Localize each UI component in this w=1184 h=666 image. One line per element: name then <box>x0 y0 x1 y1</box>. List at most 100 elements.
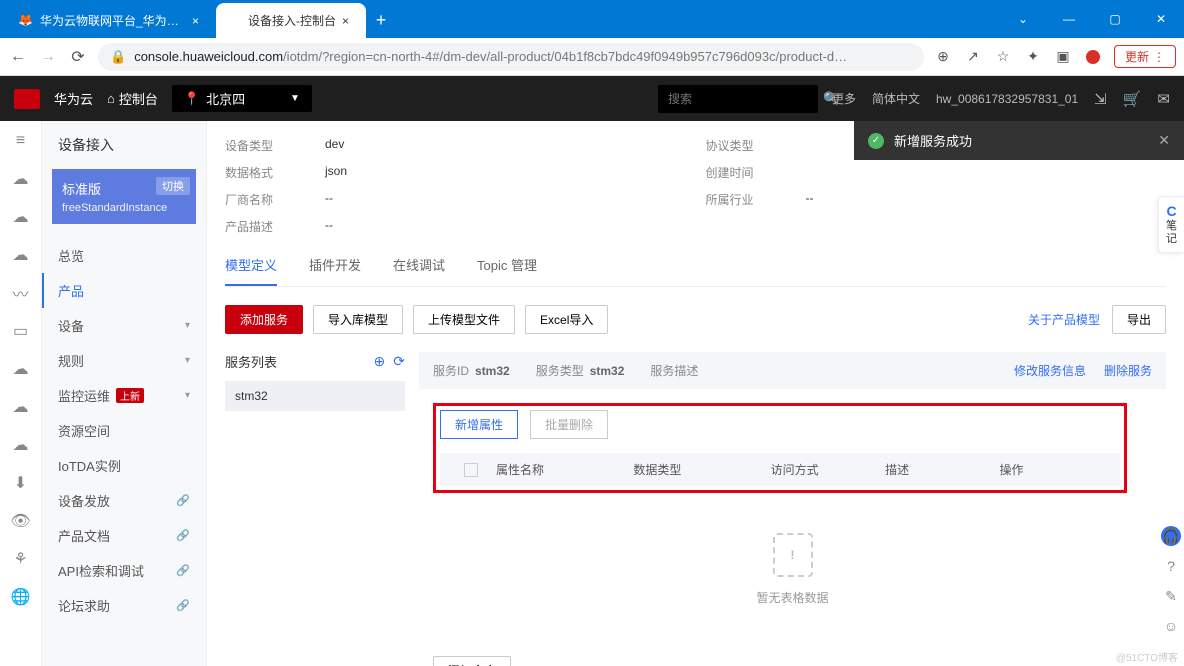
tab-list: 🦊 华为云物联网平台_华为云IoT平台 × 设备接入-控制台 × + <box>8 3 396 38</box>
region-label: 北京四 <box>206 89 245 108</box>
download-icon[interactable]: ⬇ <box>11 473 31 493</box>
add-service-button[interactable]: 添加服务 <box>225 305 303 334</box>
tab-plugin[interactable]: 插件开发 <box>309 255 361 286</box>
lock-icon: 🔒 <box>110 49 126 65</box>
address-bar: ← → ⟳ 🔒 console.huaweicloud.com/iotdm/?r… <box>0 38 1184 76</box>
sidebar-item-overview[interactable]: 总览 <box>42 238 206 273</box>
update-button[interactable]: 更新 ⋮ <box>1114 45 1176 68</box>
search-input[interactable] <box>668 92 823 106</box>
window-controls: ⌄ ― ▢ ✕ <box>1000 0 1184 38</box>
th-desc: 描述 <box>885 461 999 478</box>
sidebar-item-product[interactable]: 产品 <box>42 273 206 308</box>
export-button[interactable]: 导出 <box>1112 305 1166 334</box>
export-icon[interactable]: ⇲ <box>1094 90 1107 108</box>
browser-tab-2[interactable]: 设备接入-控制台 × <box>216 3 366 38</box>
sidebar-item-monitor[interactable]: 监控运维上新▾ <box>42 378 206 413</box>
page-body: ≡ ☁ ☁ ☁ 〰 ▭ ☁ ☁ ☁ ⬇ 👁 ⚘ 🌐 设备接入 标准版 切换 fr… <box>0 121 1184 666</box>
cloud6-icon[interactable]: ☁ <box>11 435 31 455</box>
plan-card[interactable]: 标准版 切换 freeStandardInstance <box>52 169 196 224</box>
about-model-link[interactable]: 关于产品模型 <box>1028 311 1100 328</box>
feedback-icon[interactable]: ✎ <box>1161 586 1181 606</box>
close-icon[interactable]: × <box>192 14 206 28</box>
close-icon[interactable]: × <box>342 14 356 28</box>
sidebar-item-instance[interactable]: IoTDA实例 <box>42 448 206 483</box>
excel-import-button[interactable]: Excel导入 <box>525 305 608 334</box>
menu-icon[interactable]: ≡ <box>11 131 31 151</box>
notes-dock[interactable]: C 笔记 <box>1158 196 1184 253</box>
sidebar-item-forum[interactable]: 论坛求助🔗 <box>42 588 206 623</box>
edit-service-link[interactable]: 修改服务信息 <box>1014 362 1086 379</box>
tab-topic[interactable]: Topic 管理 <box>477 255 537 286</box>
headset-icon[interactable]: 🎧 <box>1161 526 1181 546</box>
forward-button[interactable]: → <box>38 48 58 66</box>
lang-link[interactable]: 简体中文 <box>872 90 920 107</box>
service-detail-header: 服务IDstm32 服务类型stm32 服务描述 修改服务信息 删除服务 <box>419 352 1166 389</box>
header-right: 更多 简体中文 hw_008617832957831_01 ⇲ 🛒 ✉ <box>832 90 1170 108</box>
back-button[interactable]: ← <box>8 48 28 66</box>
cloud2-icon[interactable]: ☁ <box>11 207 31 227</box>
translate-icon[interactable]: ⊕ <box>934 48 952 66</box>
add-attribute-button[interactable]: 新增属性 <box>440 410 518 439</box>
star-icon[interactable]: ☆ <box>994 48 1012 66</box>
info-label: 设备类型 <box>225 137 305 154</box>
maximize-button[interactable]: ▢ <box>1092 0 1138 38</box>
notes-icon: C <box>1163 203 1180 220</box>
region-selector[interactable]: 📍 北京四 ▼ <box>172 85 312 112</box>
sidebar-item-provision[interactable]: 设备发放🔗 <box>42 483 206 518</box>
refresh-icon[interactable]: ⟳ <box>393 353 405 370</box>
mail-icon[interactable]: ✉ <box>1157 90 1170 108</box>
reload-button[interactable]: ⟳ <box>68 47 88 67</box>
th-type: 数据类型 <box>633 461 770 478</box>
block-icon[interactable]: ▣ <box>1054 48 1072 66</box>
device-icon[interactable]: ▭ <box>11 321 31 341</box>
add-command-button[interactable]: 添加命令 <box>433 656 511 666</box>
info-label: 产品描述 <box>225 218 305 235</box>
sidebar-item-api[interactable]: API检索和调试🔗 <box>42 553 206 588</box>
cloud4-icon[interactable]: ☁ <box>11 359 31 379</box>
add-icon[interactable]: ⊕ <box>374 353 386 370</box>
browser-tab-1[interactable]: 🦊 华为云物联网平台_华为云IoT平台 × <box>8 3 216 38</box>
import-lib-button[interactable]: 导入库模型 <box>313 305 403 334</box>
smile-icon[interactable]: ☺ <box>1161 616 1181 636</box>
external-icon: 🔗 <box>176 529 190 542</box>
account-link[interactable]: hw_008617832957831_01 <box>936 92 1078 106</box>
url-field[interactable]: 🔒 console.huaweicloud.com/iotdm/?region=… <box>98 43 924 71</box>
minimize-button[interactable]: ― <box>1046 0 1092 38</box>
help-icon[interactable]: ? <box>1161 556 1181 576</box>
toast-text: 新增服务成功 <box>894 131 972 150</box>
sidebar-item-rule[interactable]: 规则▾ <box>42 343 206 378</box>
info-value: json <box>325 164 686 181</box>
dropdown-icon[interactable]: ⌄ <box>1000 0 1046 38</box>
cloud-icon[interactable]: ☁ <box>11 169 31 189</box>
batch-delete-button[interactable]: 批量删除 <box>530 410 608 439</box>
label: 服务ID <box>433 364 469 378</box>
puzzle-icon[interactable]: ✦ <box>1024 48 1042 66</box>
sidebar-item-docs[interactable]: 产品文档🔗 <box>42 518 206 553</box>
select-all-checkbox[interactable] <box>464 463 478 477</box>
sidebar-item-resource[interactable]: 资源空间 <box>42 413 206 448</box>
cloud3-icon[interactable]: ☁ <box>11 245 31 265</box>
check-icon: ✓ <box>868 133 884 149</box>
eye-icon[interactable]: 👁 <box>11 511 31 531</box>
record-icon[interactable] <box>1084 48 1102 66</box>
upload-model-button[interactable]: 上传模型文件 <box>413 305 515 334</box>
sidebar-item-device[interactable]: 设备▾ <box>42 308 206 343</box>
delete-service-link[interactable]: 删除服务 <box>1104 362 1152 379</box>
cloud5-icon[interactable]: ☁ <box>11 397 31 417</box>
home-icon: ⌂ <box>107 91 115 106</box>
more-link[interactable]: 更多 <box>832 90 856 107</box>
close-window-button[interactable]: ✕ <box>1138 0 1184 38</box>
console-button[interactable]: ⌂ 控制台 <box>107 89 158 108</box>
service-item[interactable]: stm32 <box>225 381 405 411</box>
share-icon[interactable]: ↗ <box>964 48 982 66</box>
chart-icon[interactable]: 〰 <box>11 283 31 303</box>
new-tab-button[interactable]: + <box>366 3 396 38</box>
globe-icon[interactable]: 🌐 <box>11 587 31 607</box>
share2-icon[interactable]: ⚘ <box>11 549 31 569</box>
close-icon[interactable]: ✕ <box>1158 132 1170 149</box>
tab-debug[interactable]: 在线调试 <box>393 255 445 286</box>
cart-icon[interactable]: 🛒 <box>1123 90 1142 108</box>
tab-model[interactable]: 模型定义 <box>225 255 277 286</box>
switch-button[interactable]: 切换 <box>156 177 190 195</box>
header-search[interactable]: 🔍 <box>658 85 818 113</box>
